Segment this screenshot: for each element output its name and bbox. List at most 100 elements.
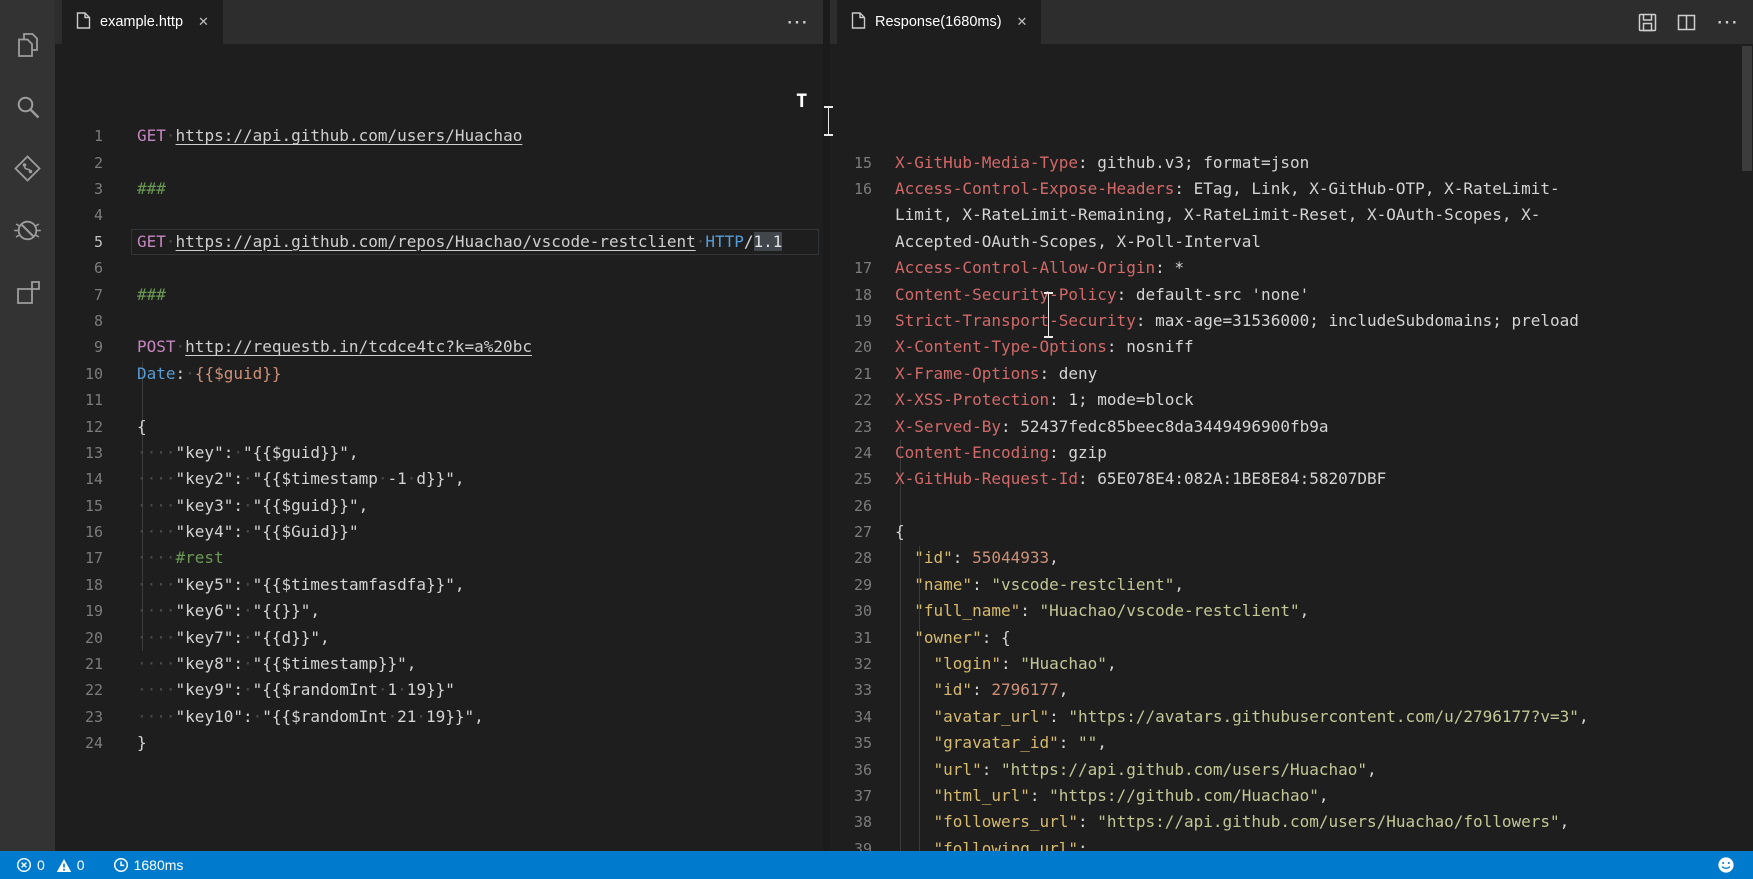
code-line[interactable]: 23 X-Served-By: 52437fedc85beec8da3449496…: [830, 414, 1753, 440]
line-number: 39: [853, 839, 872, 851]
source-control-icon[interactable]: [0, 138, 55, 200]
feedback-smiley[interactable]: [1709, 851, 1743, 879]
code-line[interactable]: 25 X-GitHub-Request-Id: 65E078E4:082A:1BE…: [830, 466, 1753, 492]
close-icon[interactable]: ✕: [198, 14, 209, 30]
code-line[interactable]: 14 ····"key2":·"{{$timestamp·-1·d}}",: [55, 466, 823, 492]
code-line[interactable]: 38 "followers_url": "https://api.github.…: [830, 809, 1753, 835]
line-number: [830, 229, 872, 255]
code-line[interactable]: 7 ###: [55, 282, 823, 308]
code-line[interactable]: 20 ····"key7":·"{{d}}",: [55, 625, 823, 651]
code-line[interactable]: 6: [55, 255, 823, 281]
code-line[interactable]: 13 ····"key":·"{{$guid}}",: [55, 440, 823, 466]
explorer-icon[interactable]: [0, 14, 55, 76]
scrollbar-thumb[interactable]: [1742, 46, 1752, 171]
debug-disabled-icon[interactable]: [0, 200, 55, 262]
ibeam-cursor: [824, 106, 833, 136]
code-text: "name": "vscode-restclient",: [914, 574, 1184, 594]
code-line[interactable]: Limit, X-RateLimit-Remaining, X-RateLimi…: [830, 202, 1753, 228]
code-text: X-Content-Type-Options: nosniff: [895, 337, 1194, 357]
code-line[interactable]: 27 {: [830, 519, 1753, 545]
code-line[interactable]: 30 "full_name": "Huachao/vscode-restclie…: [830, 598, 1753, 624]
line-number: 1: [93, 127, 103, 146]
code-line[interactable]: 16 Access-Control-Expose-Headers: ETag, L…: [830, 176, 1753, 202]
problems-status[interactable]: 0 0: [8, 851, 93, 879]
current-code-line[interactable]: 5 GET·https://api.github.com/repos/Huacha…: [55, 228, 823, 256]
code-line[interactable]: 36 "url": "https://api.github.com/users/…: [830, 757, 1753, 783]
code-text: Content-Security-Policy: default-src 'no…: [895, 284, 1310, 304]
line-number: 38: [853, 813, 872, 832]
editor-group-left: example.http ✕ ⋯ 1 GET·https://api.github…: [55, 0, 823, 851]
code-line[interactable]: 39 "following_url":: [830, 836, 1753, 851]
extensions-icon[interactable]: [0, 262, 55, 324]
code-line[interactable]: 16 ····"key4":·"{{$Guid}}": [55, 519, 823, 545]
code-line[interactable]: 4: [55, 202, 823, 228]
code-line[interactable]: 23 ····"key10":·"{{$randomInt·21·19}}",: [55, 704, 823, 730]
code-line[interactable]: 19 ····"key6":·"{{}}",: [55, 598, 823, 624]
code-text: ###: [137, 179, 166, 198]
more-actions-icon[interactable]: ⋯: [786, 11, 809, 33]
code-text: "followers_url": "https://api.github.com…: [933, 812, 1570, 832]
line-number: 6: [93, 259, 103, 278]
code-line[interactable]: 2: [55, 150, 823, 176]
line-number: 37: [853, 787, 872, 805]
code-line[interactable]: 21 ····"key8":·"{{$timestamp}}",: [55, 651, 823, 677]
line-number: 10: [84, 364, 103, 383]
code-line[interactable]: 21 X-Frame-Options: deny: [830, 361, 1753, 387]
line-number: 9: [93, 338, 103, 357]
code-line[interactable]: 18 ····"key5":·"{{$timestamfasdfa}}",: [55, 572, 823, 598]
code-text: {: [137, 416, 147, 436]
code-line[interactable]: 15 X-GitHub-Media-Type: github.v3; format…: [830, 150, 1753, 176]
code-line[interactable]: 37 "html_url": "https://github.com/Huach…: [830, 783, 1753, 809]
code-line[interactable]: 20 X-Content-Type-Options: nosniff: [830, 334, 1753, 360]
line-number: [830, 202, 872, 228]
code-line[interactable]: 32 "login": "Huachao",: [830, 651, 1753, 677]
code-line[interactable]: 10 Date:·{{$guid}}: [55, 361, 823, 387]
code-text: "full_name": "Huachao/vscode-restclient"…: [914, 601, 1310, 621]
search-icon[interactable]: [0, 76, 55, 138]
code-line[interactable]: 22 ····"key9":·"{{$randomInt·1·19}}": [55, 677, 823, 703]
code-line[interactable]: 9 POST·http://requestb.in/tcdce4tc?k=a%20…: [55, 334, 823, 360]
right-tab-bar: Response(1680ms) ✕ ⋯: [830, 0, 1753, 44]
line-number: 24: [853, 443, 872, 462]
code-line[interactable]: 17 ····#rest: [55, 545, 823, 571]
code-line[interactable]: 26: [830, 493, 1753, 519]
line-number: 15: [853, 153, 872, 172]
code-line[interactable]: 24}: [55, 730, 823, 756]
code-line[interactable]: 35 "gravatar_id": "",: [830, 730, 1753, 756]
code-line[interactable]: Accepted-OAuth-Scopes, X-Poll-Interval: [830, 229, 1753, 255]
code-line[interactable]: 17 Access-Control-Allow-Origin: *: [830, 255, 1753, 281]
line-number: 20: [84, 628, 103, 647]
code-line[interactable]: 12 {: [55, 414, 823, 440]
code-line[interactable]: 1 GET·https://api.github.com/users/Huacha…: [55, 123, 823, 149]
code-line[interactable]: 33 "id": 2796177,: [830, 677, 1753, 703]
response-time: 1680ms: [133, 857, 184, 873]
response-time-status[interactable]: 1680ms: [105, 851, 192, 879]
code-line[interactable]: 8: [55, 308, 823, 334]
more-actions-icon[interactable]: ⋯: [1716, 11, 1739, 33]
line-number: 11: [84, 391, 103, 410]
code-line[interactable]: 18 Content-Security-Policy: default-src '…: [830, 282, 1753, 308]
code-line[interactable]: 28 "id": 55044933,: [830, 545, 1753, 571]
split-editor-icon[interactable]: [1677, 13, 1696, 32]
code-line[interactable]: 19 Strict-Transport-Security: max-age=315…: [830, 308, 1753, 334]
tab-example-http[interactable]: example.http ✕: [62, 0, 223, 44]
line-number: 19: [84, 602, 103, 621]
code-line[interactable]: 24 Content-Encoding: gzip: [830, 440, 1753, 466]
code-text: ····"key4":·"{{$Guid}}": [137, 522, 359, 542]
code-line[interactable]: 29 "name": "vscode-restclient",: [830, 572, 1753, 598]
code-line[interactable]: 15 ····"key3":·"{{$guid}}",: [55, 493, 823, 519]
code-line[interactable]: 3 ###: [55, 176, 823, 202]
line-number: 16: [853, 180, 872, 199]
code-text: "id": 55044933,: [914, 548, 1059, 568]
line-number: 22: [84, 681, 103, 700]
code-line[interactable]: 22 X-XSS-Protection: 1; mode=block: [830, 387, 1753, 413]
tab-response[interactable]: Response(1680ms) ✕: [837, 0, 1042, 44]
line-number: 13: [84, 443, 103, 462]
save-icon[interactable]: [1638, 13, 1657, 32]
code-line[interactable]: 11: [55, 387, 823, 413]
close-icon[interactable]: ✕: [1017, 14, 1028, 30]
code-line[interactable]: 31 "owner": {: [830, 625, 1753, 651]
code-text: ····"key5":·"{{$timestamfasdfa}}",: [137, 574, 465, 594]
code-text: Limit, X-RateLimit-Remaining, X-RateLimi…: [895, 205, 1541, 225]
code-line[interactable]: 34 "avatar_url": "https://avatars.github…: [830, 704, 1753, 730]
